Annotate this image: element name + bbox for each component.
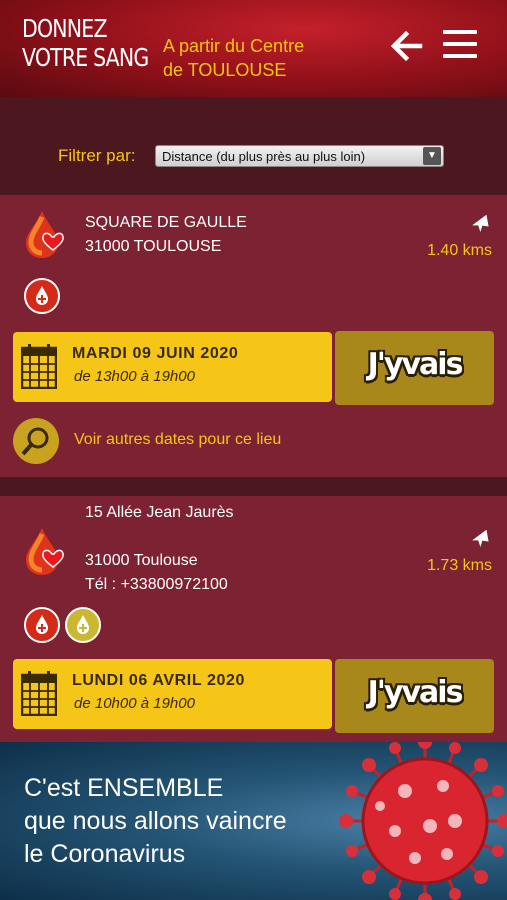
date-box: MARDI 09 JUIN 2020 de 13h00 à 19h00 xyxy=(13,332,332,402)
blood-drop-heart-icon xyxy=(26,528,64,575)
airplane-icon xyxy=(472,214,489,233)
blood-drop-heart-icon xyxy=(26,211,64,258)
logo-line2: VOTRE SANG xyxy=(22,43,149,72)
address-block: SQUARE DE GAULLE 31000 TOULOUSE xyxy=(85,211,247,259)
calendar-icon xyxy=(21,671,57,716)
address-block: 15 Allée Jean Jaurès 31000 Toulouse Tél … xyxy=(85,501,234,597)
jyvais-button[interactable]: J'yvais xyxy=(335,659,494,733)
whole-blood-icon xyxy=(24,607,60,643)
other-dates-label: Voir autres dates pour ce lieu xyxy=(74,431,282,448)
menu-button[interactable] xyxy=(443,30,477,60)
jyvais-label: J'yvais xyxy=(367,675,464,710)
filter-select[interactable]: Distance (du plus près au plus loin) ▼ xyxy=(155,145,444,167)
back-button[interactable] xyxy=(388,28,424,64)
centre-line1: A partir du Centre xyxy=(163,36,305,56)
phone-number: Tél : +33800972100 xyxy=(85,576,228,593)
app-header: DONNEZ VOTRE SANG A partir du Centre de … xyxy=(0,0,507,97)
airplane-icon xyxy=(472,529,489,548)
whole-blood-icon xyxy=(24,278,60,314)
address-line1: SQUARE DE GAULLE xyxy=(85,214,247,231)
logo-line1: DONNEZ xyxy=(22,14,107,43)
address-line2: 31000 Toulouse xyxy=(85,552,198,569)
collecte-hours: de 10h00 à 19h00 xyxy=(74,695,195,712)
banner-line1: C'est ENSEMBLE xyxy=(24,774,224,802)
search-icon xyxy=(13,418,59,464)
app-logo: DONNEZ VOTRE SANG xyxy=(22,14,149,72)
other-dates-link[interactable]: Voir autres dates pour ce lieu xyxy=(13,418,343,464)
coronavirus-icon xyxy=(339,742,507,900)
address-line1: 15 Allée Jean Jaurès xyxy=(85,504,234,521)
distance-label: 1.73 kms xyxy=(427,557,492,574)
coronavirus-banner[interactable]: C'est ENSEMBLE que nous allons vaincre l… xyxy=(0,742,507,900)
back-arrow-icon xyxy=(390,30,423,62)
collecte-date: MARDI 09 JUIN 2020 xyxy=(72,345,239,362)
banner-line2: que nous allons vaincre xyxy=(24,807,287,835)
banner-text: C'est ENSEMBLE que nous allons vaincre l… xyxy=(24,772,287,871)
distance-label: 1.40 kms xyxy=(427,242,492,259)
collecte-hours: de 13h00 à 19h00 xyxy=(74,368,195,385)
filter-label: Filtrer par: xyxy=(58,146,136,165)
collecte-date: LUNDI 06 AVRIL 2020 xyxy=(72,672,245,689)
jyvais-label: J'yvais xyxy=(367,347,464,382)
date-box: LUNDI 06 AVRIL 2020 de 10h00 à 19h00 xyxy=(13,659,332,729)
centre-info: A partir du Centre de TOULOUSE xyxy=(163,34,304,82)
calendar-icon xyxy=(21,344,57,389)
card-separator xyxy=(0,477,507,496)
jyvais-button[interactable]: J'yvais xyxy=(335,331,494,405)
banner-line3: le Coronavirus xyxy=(24,840,186,868)
address-line2: 31000 TOULOUSE xyxy=(85,238,222,255)
plasma-icon xyxy=(65,607,101,643)
filter-selected-value: Distance (du plus près au plus loin) xyxy=(162,149,366,164)
chevron-down-icon: ▼ xyxy=(423,147,441,165)
centre-line2: de TOULOUSE xyxy=(163,60,287,80)
menu-icon xyxy=(443,30,477,34)
